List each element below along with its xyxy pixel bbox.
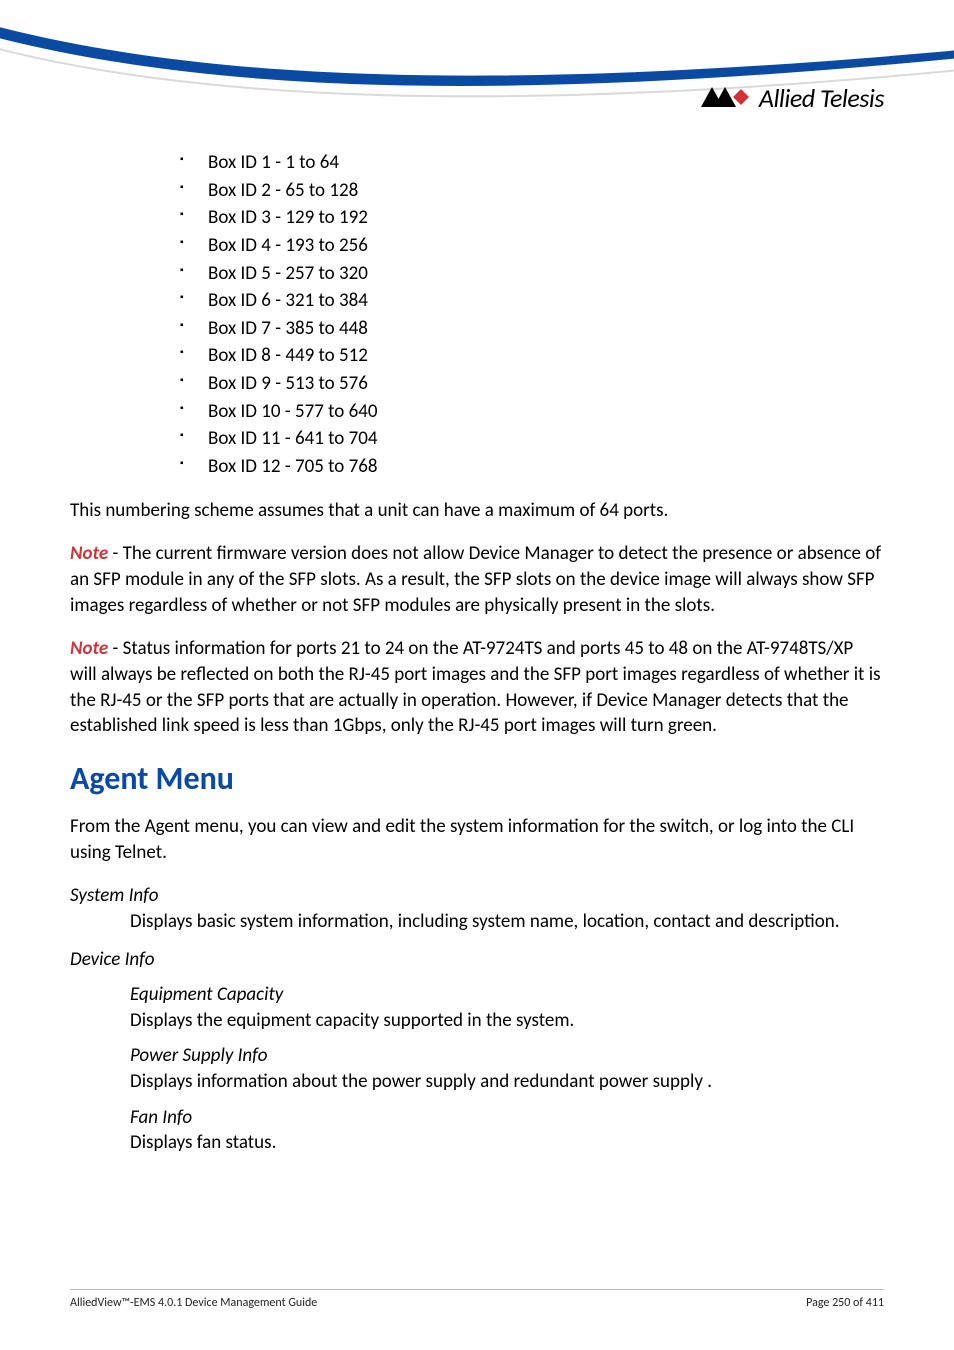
sub-definition-term: Fan Info: [130, 1105, 884, 1131]
box-id-list: Box ID 1 - 1 to 64 Box ID 2 - 65 to 128 …: [180, 150, 884, 480]
note-body: - The current firmware version does not …: [70, 542, 881, 616]
note-body: - Status information for ports 21 to 24 …: [70, 637, 881, 737]
list-item: Box ID 2 - 65 to 128: [180, 178, 884, 204]
note-label: Note: [70, 637, 108, 660]
definition-body: Displays basic system information, inclu…: [130, 909, 884, 935]
paragraph-text: From the Agent menu, you can view and ed…: [70, 815, 854, 864]
box-id-text: Box ID 9 - 513 to 576: [208, 372, 368, 395]
brand-logo: Allied Telesis: [701, 82, 884, 114]
brand-mark-icon: [701, 85, 753, 111]
list-item: Box ID 3 - 129 to 192: [180, 205, 884, 231]
definition-device-info: Device Info Equipment Capacity Displays …: [70, 947, 884, 1156]
definition-system-info: System Info Displays basic system inform…: [70, 883, 884, 934]
box-id-text: Box ID 11 - 641 to 704: [208, 427, 378, 450]
box-id-text: Box ID 4 - 193 to 256: [208, 234, 368, 257]
box-id-text: Box ID 12 - 705 to 768: [208, 455, 378, 478]
box-id-text: Box ID 8 - 449 to 512: [208, 344, 368, 367]
sub-definition-term: Power Supply Info: [130, 1043, 884, 1069]
list-item: Box ID 4 - 193 to 256: [180, 233, 884, 259]
list-item: Box ID 6 - 321 to 384: [180, 288, 884, 314]
list-item: Box ID 1 - 1 to 64: [180, 150, 884, 176]
page-header: Allied Telesis: [70, 0, 884, 140]
list-item: Box ID 11 - 641 to 704: [180, 426, 884, 452]
footer-left: AlliedView™-EMS 4.0.1 Device Management …: [70, 1296, 317, 1310]
definition-term: System Info: [70, 883, 884, 909]
footer-right: Page 250 of 411: [806, 1296, 884, 1310]
paragraph-numbering: This numbering scheme assumes that a uni…: [70, 498, 884, 524]
sub-definition-body: Displays fan status.: [130, 1130, 884, 1156]
page-footer: AlliedView™-EMS 4.0.1 Device Management …: [70, 1289, 884, 1310]
list-item: Box ID 12 - 705 to 768: [180, 454, 884, 480]
box-id-text: Box ID 5 - 257 to 320: [208, 262, 368, 285]
page-content: Box ID 1 - 1 to 64 Box ID 2 - 65 to 128 …: [70, 140, 884, 1156]
list-item: Box ID 10 - 577 to 640: [180, 399, 884, 425]
heading-text: Agent Menu: [70, 759, 234, 798]
note-1: Note - The current firmware version does…: [70, 541, 884, 618]
box-id-text: Box ID 6 - 321 to 384: [208, 289, 368, 312]
note-label: Note: [70, 542, 108, 565]
paragraph-text: This numbering scheme assumes that a uni…: [70, 499, 668, 522]
brand-name: Allied Telesis: [759, 82, 884, 114]
list-item: Box ID 7 - 385 to 448: [180, 316, 884, 342]
list-item: Box ID 5 - 257 to 320: [180, 261, 884, 287]
sub-definition-term: Equipment Capacity: [130, 982, 884, 1008]
sub-definition-body: Displays information about the power sup…: [130, 1069, 884, 1095]
section-heading-agent-menu: Agent Menu: [70, 757, 884, 800]
box-id-text: Box ID 10 - 577 to 640: [208, 400, 378, 423]
box-id-text: Box ID 7 - 385 to 448: [208, 317, 368, 340]
list-item: Box ID 8 - 449 to 512: [180, 343, 884, 369]
box-id-text: Box ID 1 - 1 to 64: [208, 151, 339, 174]
list-item: Box ID 9 - 513 to 576: [180, 371, 884, 397]
definition-term: Device Info: [70, 947, 884, 973]
section-intro: From the Agent menu, you can view and ed…: [70, 814, 884, 865]
page: Allied Telesis Box ID 1 - 1 to 64 Box ID…: [0, 0, 954, 1350]
sub-definition-body: Displays the equipment capacity supporte…: [130, 1008, 884, 1034]
box-id-text: Box ID 3 - 129 to 192: [208, 206, 368, 229]
box-id-text: Box ID 2 - 65 to 128: [208, 179, 358, 202]
note-2: Note - Status information for ports 21 t…: [70, 636, 884, 739]
